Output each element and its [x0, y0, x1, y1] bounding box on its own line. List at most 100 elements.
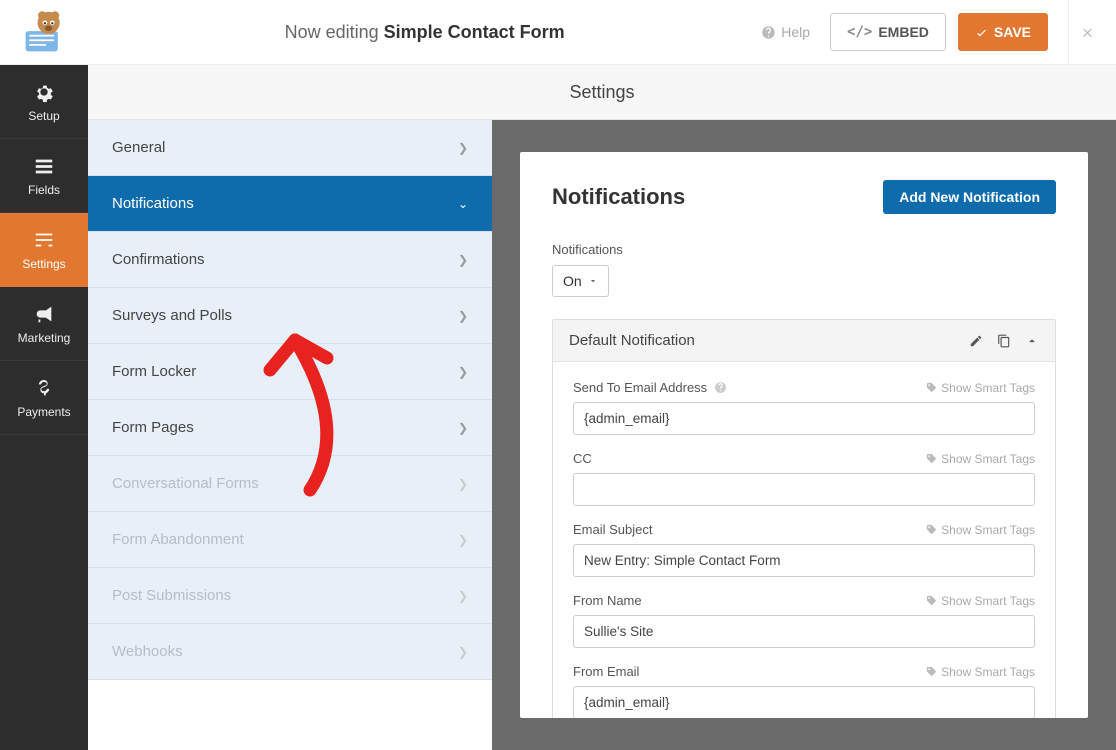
settings-item-abandonment[interactable]: Form Abandonment ❯ — [88, 512, 492, 568]
settings-sub-panel: General ❯ Notifications ⌄ Confirmations ❯ S… — [88, 65, 492, 750]
help-icon — [761, 25, 776, 40]
sidebar-label: Fields — [28, 183, 60, 197]
chevron-up-icon[interactable] — [1025, 334, 1039, 348]
tag-icon — [926, 524, 937, 535]
settings-item-label: Form Locker — [112, 363, 196, 380]
chevron-right-icon: ❯ — [458, 589, 468, 603]
help-link[interactable]: Help — [761, 24, 810, 40]
embed-button[interactable]: </> EMBED — [830, 13, 946, 51]
from-name-label: From Name — [573, 593, 642, 608]
notification-body: Send To Email Address Show Smart Tags CC… — [553, 362, 1055, 718]
editing-title: Now editing Simple Contact Form — [88, 22, 761, 43]
tag-icon — [926, 595, 937, 606]
form-name: Simple Contact Form — [384, 22, 565, 42]
check-icon — [975, 26, 988, 39]
settings-item-label: Form Abandonment — [112, 531, 244, 548]
cc-label: CC — [573, 451, 592, 466]
close-icon — [1081, 23, 1094, 41]
code-icon: </> — [847, 24, 872, 40]
settings-item-label: Confirmations — [112, 251, 205, 268]
sidebar-item-marketing[interactable]: Marketing — [0, 287, 88, 361]
settings-item-label: General — [112, 139, 165, 156]
from-email-label: From Email — [573, 664, 639, 679]
app-logo — [0, 0, 88, 64]
send-to-input[interactable] — [573, 402, 1035, 435]
settings-item-post-submissions[interactable]: Post Submissions ❯ — [88, 568, 492, 624]
page-title: Notifications — [552, 184, 685, 210]
tag-icon — [926, 382, 937, 393]
tag-icon — [926, 453, 937, 464]
subject-input[interactable] — [573, 544, 1035, 577]
list-icon — [33, 155, 55, 177]
settings-item-label: Notifications — [112, 195, 194, 212]
chevron-down-icon: ⌄ — [458, 197, 468, 211]
main-sidebar: Setup Fields Settings Marketing Payments — [0, 65, 88, 750]
sub-panel-title: Settings — [569, 82, 634, 103]
notification-title: Default Notification — [569, 332, 695, 349]
sidebar-item-payments[interactable]: Payments — [0, 361, 88, 435]
chevron-right-icon: ❯ — [458, 141, 468, 155]
notifications-card: Notifications Add New Notification Notif… — [520, 152, 1088, 718]
embed-label: EMBED — [878, 24, 929, 40]
dollar-icon — [33, 377, 55, 399]
smart-tags-toggle[interactable]: Show Smart Tags — [926, 381, 1035, 395]
chevron-right-icon: ❯ — [458, 477, 468, 491]
close-button[interactable] — [1068, 0, 1106, 65]
top-actions: Help </> EMBED SAVE — [761, 0, 1116, 65]
cc-input[interactable] — [573, 473, 1035, 506]
sidebar-item-settings[interactable]: Settings — [0, 213, 88, 287]
chevron-right-icon: ❯ — [458, 421, 468, 435]
sidebar-item-setup[interactable]: Setup — [0, 65, 88, 139]
settings-item-label: Conversational Forms — [112, 475, 259, 492]
notifications-toggle[interactable]: On — [552, 265, 609, 297]
toggle-value: On — [563, 273, 582, 289]
chevron-right-icon: ❯ — [458, 365, 468, 379]
settings-item-confirmations[interactable]: Confirmations ❯ — [88, 232, 492, 288]
chevron-right-icon: ❯ — [458, 533, 468, 547]
from-email-input[interactable] — [573, 686, 1035, 718]
settings-item-form-locker[interactable]: Form Locker ❯ — [88, 344, 492, 400]
save-button[interactable]: SAVE — [958, 13, 1048, 51]
settings-item-webhooks[interactable]: Webhooks ❯ — [88, 624, 492, 680]
sidebar-label: Marketing — [18, 331, 71, 345]
settings-item-surveys[interactable]: Surveys and Polls ❯ — [88, 288, 492, 344]
copy-icon[interactable] — [997, 334, 1011, 348]
sidebar-item-fields[interactable]: Fields — [0, 139, 88, 213]
settings-item-label: Post Submissions — [112, 587, 231, 604]
help-label: Help — [781, 24, 810, 40]
sidebar-label: Payments — [17, 405, 70, 419]
editing-prefix: Now editing — [285, 22, 384, 42]
settings-item-general[interactable]: General ❯ — [88, 120, 492, 176]
add-notification-button[interactable]: Add New Notification — [883, 180, 1056, 214]
settings-item-label: Form Pages — [112, 419, 194, 436]
subject-label: Email Subject — [573, 522, 652, 537]
sidebar-label: Settings — [22, 257, 65, 271]
smart-tags-toggle[interactable]: Show Smart Tags — [926, 523, 1035, 537]
settings-item-label: Webhooks — [112, 643, 183, 660]
settings-list: General ❯ Notifications ⌄ Confirmations ❯ S… — [88, 120, 492, 750]
sliders-icon — [33, 229, 55, 251]
help-icon[interactable] — [714, 381, 727, 394]
chevron-right-icon: ❯ — [458, 645, 468, 659]
smart-tags-toggle[interactable]: Show Smart Tags — [926, 452, 1035, 466]
edit-icon[interactable] — [969, 334, 983, 348]
settings-item-notifications[interactable]: Notifications ⌄ — [88, 176, 492, 232]
settings-item-label: Surveys and Polls — [112, 307, 232, 324]
save-label: SAVE — [994, 24, 1031, 40]
top-bar: Now editing Simple Contact Form Help </>… — [0, 0, 1116, 65]
notification-block: Default Notification Send To Email Addre… — [552, 319, 1056, 718]
settings-item-conversational[interactable]: Conversational Forms ❯ — [88, 456, 492, 512]
chevron-right-icon: ❯ — [458, 253, 468, 267]
chevron-right-icon: ❯ — [458, 309, 468, 323]
notification-header: Default Notification — [553, 320, 1055, 362]
send-to-label: Send To Email Address — [573, 380, 727, 395]
tag-icon — [926, 666, 937, 677]
settings-header: Settings — [88, 65, 1116, 120]
smart-tags-toggle[interactable]: Show Smart Tags — [926, 665, 1035, 679]
smart-tags-toggle[interactable]: Show Smart Tags — [926, 594, 1035, 608]
settings-item-form-pages[interactable]: Form Pages ❯ — [88, 400, 492, 456]
chevron-down-icon — [588, 276, 598, 286]
from-name-input[interactable] — [573, 615, 1035, 648]
toggle-label: Notifications — [552, 242, 1056, 257]
gear-icon — [33, 81, 55, 103]
